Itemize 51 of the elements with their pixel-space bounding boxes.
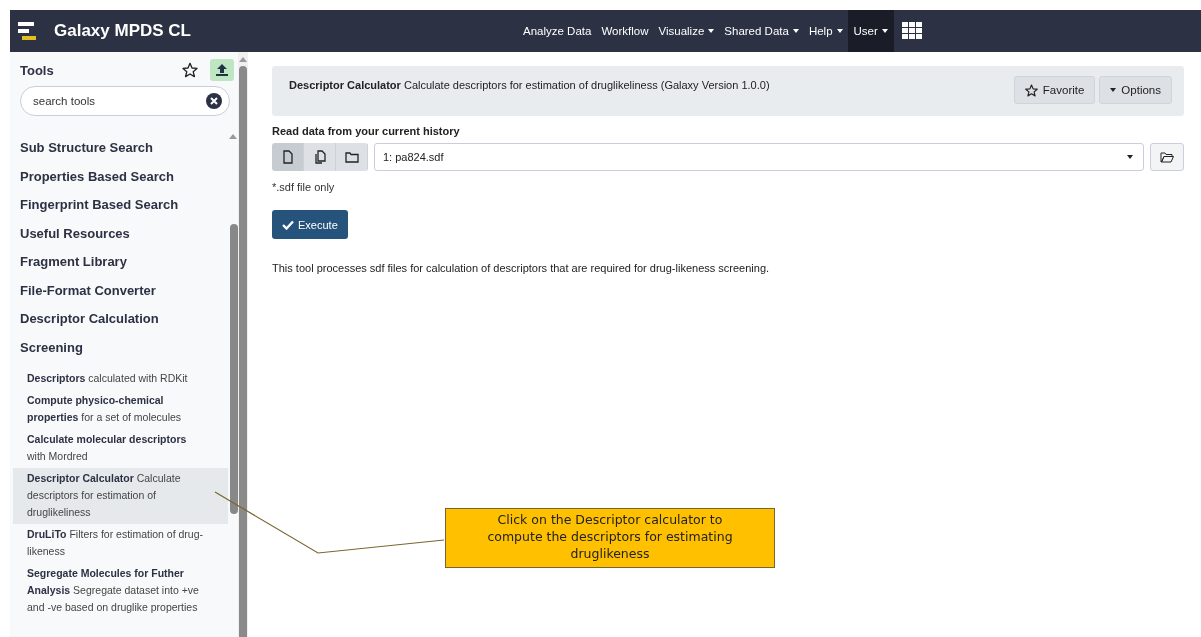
clear-icon[interactable] xyxy=(206,93,222,109)
browse-button[interactable] xyxy=(1150,143,1184,171)
tool-section-link[interactable]: Descriptor Calculation xyxy=(10,311,228,340)
nav-menu-item[interactable]: Visualize xyxy=(653,10,720,52)
callout-note: Click on the Descriptor calculator to compute the descriptors for estimating druglikeness xyxy=(445,508,775,568)
apps-grid-icon[interactable] xyxy=(901,22,922,40)
search-field[interactable]: search tools xyxy=(20,86,230,116)
tool-link[interactable]: Descriptor Calculator Calculate descriptors for estimation of druglikeliness xyxy=(13,468,228,524)
input-mode-button[interactable] xyxy=(304,143,336,171)
favorite-button[interactable]: Favorite xyxy=(1013,76,1096,104)
tool-section-link[interactable]: File-Format Converter xyxy=(10,282,228,311)
tool-link[interactable]: Calculate molecular descriptors with Mordred xyxy=(13,429,228,468)
dataset-select[interactable]: 1: pa824.sdf xyxy=(374,143,1144,171)
tool-section-link[interactable]: Fragment Library xyxy=(10,254,228,283)
tool-heading: Descriptor Calculator Calculate descriptors for estimation of druglikeliness (Galaxy Version 1.0.0) xyxy=(289,78,771,91)
nav-menu-item[interactable]: User xyxy=(847,10,894,52)
tool-link[interactable]: Segregate Molecules for Futher Analysis Segregate dataset into +ve and -ve based on druglike properties xyxy=(13,563,228,619)
star-icon xyxy=(1024,83,1038,97)
check-icon xyxy=(282,219,294,230)
scrollbar-thumb[interactable] xyxy=(239,66,247,637)
caret-icon xyxy=(1127,155,1133,159)
input-mode-button[interactable] xyxy=(272,143,304,171)
tool-section-link[interactable]: Useful Resources xyxy=(10,225,228,254)
nav-menu-item[interactable]: Shared Data xyxy=(719,10,804,52)
upload-button[interactable] xyxy=(210,59,234,81)
folder-icon xyxy=(1160,151,1174,163)
help-text: *.sdf file only xyxy=(272,181,336,193)
nav-menu-item[interactable]: Analyze Data xyxy=(518,10,597,52)
scrollbar-thumb[interactable] xyxy=(230,224,238,514)
tool-link[interactable]: Compute physico-chemical properties for a set of molecules xyxy=(13,390,228,429)
options-button[interactable]: Options xyxy=(1099,76,1172,104)
tool-section-link[interactable]: Fingerprint Based Search xyxy=(10,197,228,226)
folder-icon xyxy=(344,150,359,164)
star-icon[interactable] xyxy=(182,62,198,78)
upload-icon xyxy=(215,63,229,77)
caret-icon xyxy=(1110,88,1117,92)
tool-description: This tool processes sdf files for calculation of descriptors that are required for drug-likeness screening. xyxy=(272,262,771,274)
file-icon xyxy=(280,150,295,164)
tool-section-link[interactable]: Sub Structure Search xyxy=(10,140,228,169)
tool-link[interactable]: Descriptors calculated with RDKit xyxy=(13,368,228,390)
nav-menu-item[interactable]: Help xyxy=(803,10,848,52)
tool-section-link[interactable]: Screening xyxy=(10,339,228,368)
tool-section-link[interactable]: Properties Based Search xyxy=(10,168,228,197)
panel-title: Tools xyxy=(20,62,55,78)
nav-menu-item[interactable]: Workflow xyxy=(596,10,654,52)
input-mode-button[interactable] xyxy=(336,143,368,171)
input-label: Read data from your current history xyxy=(272,125,461,137)
tool-link[interactable]: DruLiTo Filters for estimation of drug-likeness xyxy=(13,524,228,563)
brand-title[interactable]: Galaxy MPDS CL xyxy=(54,21,191,41)
files-icon xyxy=(312,150,327,164)
execute-button[interactable]: Execute xyxy=(272,210,348,239)
